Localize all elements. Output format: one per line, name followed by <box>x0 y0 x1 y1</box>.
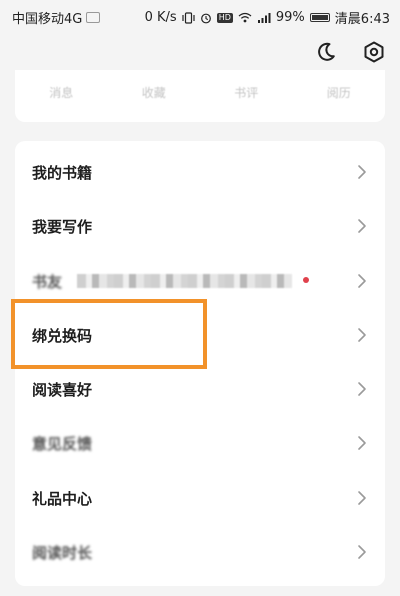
stat-reviews[interactable]: 书评 <box>200 84 293 101</box>
moon-icon <box>318 42 335 61</box>
stat-history[interactable]: 阅历 <box>293 84 386 101</box>
chevron-right-icon <box>358 274 366 288</box>
stats-card: 消息 收藏 书评 阅历 <box>15 70 385 122</box>
alarm-icon <box>200 13 211 23</box>
chevron-right-icon <box>358 328 366 342</box>
menu-item-label: 礼品中心 <box>32 489 93 508</box>
menu-item-label: 阅读喜好 <box>32 380 93 399</box>
signal-icon <box>257 13 271 23</box>
menu-item-redeem-code[interactable]: 绑兑换码 <box>15 308 385 362</box>
blurred-content <box>77 274 292 288</box>
top-action-bar <box>312 38 388 66</box>
net-speed: 0 K/s <box>144 10 177 25</box>
status-bar: 中国移动4G 0 K/s HD 99% 清晨6:43 <box>0 0 400 34</box>
menu-item-reading-preferences[interactable]: 阅读喜好 <box>15 362 385 416</box>
chevron-right-icon <box>358 165 366 179</box>
settings-button[interactable] <box>360 38 388 66</box>
battery-percent: 99% <box>275 10 305 25</box>
menu-item-label: 绑兑换码 <box>32 326 93 345</box>
menu-item-book-friends[interactable]: 书友 <box>15 254 385 308</box>
menu-item-feedback[interactable]: 意见反馈 <box>15 416 385 470</box>
settings-hexagon-icon <box>364 41 384 63</box>
wifi-icon <box>238 12 252 23</box>
menu-item-label: 阅读时长 <box>32 543 93 562</box>
chevron-right-icon <box>358 436 366 450</box>
sim-icon <box>86 12 101 23</box>
hd-icon: HD <box>216 12 233 23</box>
menu-item-writing[interactable]: 我要写作 <box>15 199 385 253</box>
menu-item-label: 我的书籍 <box>32 163 93 182</box>
menu-item-label: 我要写作 <box>32 217 93 236</box>
battery-icon <box>309 13 330 22</box>
vibrate-icon <box>182 11 195 24</box>
chevron-right-icon <box>358 491 366 505</box>
night-mode-button[interactable] <box>312 38 340 66</box>
menu-item-gift-center[interactable]: 礼品中心 <box>15 471 385 525</box>
chevron-right-icon <box>358 545 366 559</box>
menu-item-label: 书友 <box>32 272 63 291</box>
menu-item-label: 意见反馈 <box>32 434 93 453</box>
notification-dot <box>303 277 309 283</box>
menu-item-reading-time[interactable]: 阅读时长 <box>15 525 385 579</box>
stat-messages[interactable]: 消息 <box>15 84 108 101</box>
chevron-right-icon <box>358 382 366 396</box>
chevron-right-icon <box>358 219 366 233</box>
clock-time: 清晨6:43 <box>334 12 390 27</box>
stat-favorites[interactable]: 收藏 <box>108 84 201 101</box>
menu-item-my-books[interactable]: 我的书籍 <box>15 145 385 199</box>
carrier-label: 中国移动4G <box>12 12 83 27</box>
menu-card: 我的书籍 我要写作 书友 绑兑换码 阅读喜好 意见反馈 礼品中心 阅读时长 <box>15 141 385 586</box>
